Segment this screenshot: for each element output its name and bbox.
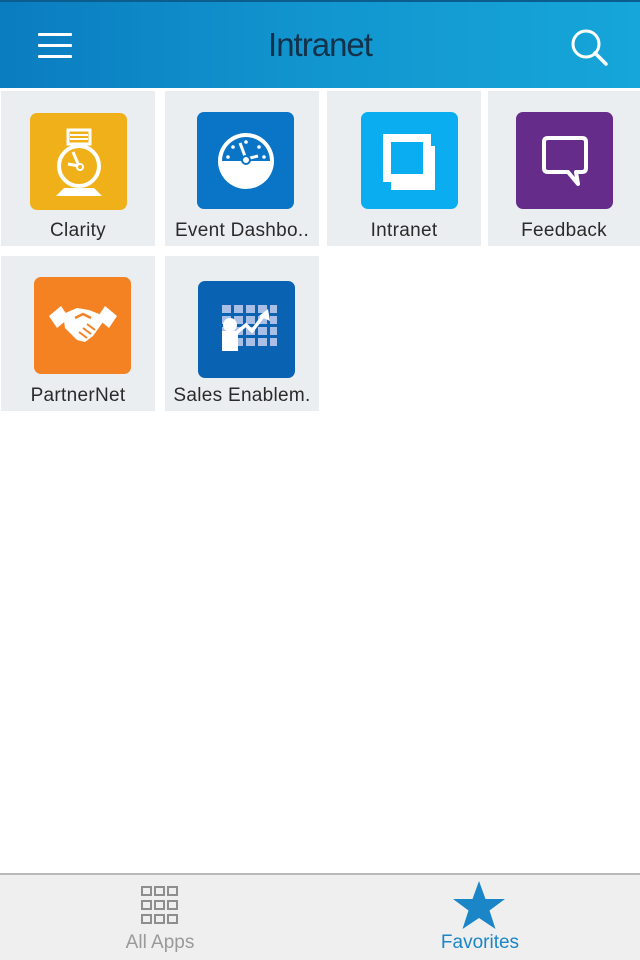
overlapping-squares-icon <box>361 112 458 209</box>
app-label: Intranet <box>370 220 438 241</box>
app-tile-clarity[interactable]: Clarity <box>1 91 155 246</box>
tab-favorites[interactable]: Favorites <box>320 875 640 960</box>
app-label: PartnerNet <box>30 385 126 406</box>
app-label: Sales Enablem. <box>173 385 311 406</box>
chart-presenter-icon <box>198 281 295 378</box>
app-tile-event-dashboard[interactable]: Event Dashbo.. <box>165 91 319 246</box>
app-header: Intranet <box>0 0 640 88</box>
search-icon[interactable] <box>568 26 612 70</box>
desk-clock-icon <box>30 113 127 210</box>
page-title: Intranet <box>268 26 373 63</box>
app-tile-partnernet[interactable]: PartnerNet <box>1 256 155 411</box>
app-label: Clarity <box>50 220 106 241</box>
handshake-icon <box>34 277 131 374</box>
bottom-tab-bar: All Apps Favorites <box>0 873 640 960</box>
speech-bubble-icon <box>516 112 613 209</box>
app-tile-sales-enablement[interactable]: Sales Enablem. <box>165 256 319 411</box>
tab-all-apps[interactable]: All Apps <box>0 875 320 960</box>
star-icon <box>451 879 507 936</box>
app-tile-feedback[interactable]: Feedback <box>488 91 640 246</box>
app-label: Feedback <box>521 220 607 241</box>
app-label: Event Dashbo.. <box>174 220 310 241</box>
tab-label: Favorites <box>440 932 520 953</box>
grid-icon <box>140 885 180 930</box>
speedometer-gauge-icon <box>197 112 294 209</box>
app-tile-intranet[interactable]: Intranet <box>327 91 481 246</box>
tab-label: All Apps <box>125 932 195 953</box>
